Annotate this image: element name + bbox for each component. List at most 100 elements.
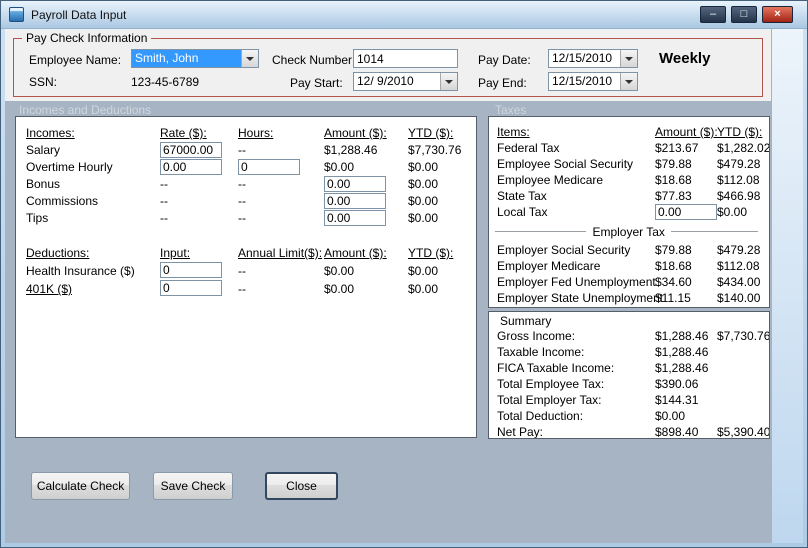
maximize-button[interactable]: □ (731, 6, 757, 23)
employer-state-unemployment-label: Employer State Unemployment (497, 291, 664, 305)
retirement-401k-ytd: $0.00 (408, 282, 439, 296)
salary-rate-input[interactable] (160, 142, 222, 158)
employer-fed-unemployment-ytd: $434.00 (717, 275, 761, 289)
commissions-amount-input[interactable] (324, 193, 386, 209)
tips-rate: -- (160, 211, 168, 225)
tips-ytd: $0.00 (408, 211, 439, 225)
calculate-check-button[interactable]: Calculate Check (31, 472, 130, 500)
summary-table: Gross Income: $1,288.46 $7,730.76 Taxabl… (497, 328, 769, 439)
salary-amount: $1,288.46 (324, 143, 378, 157)
incomes-deductions-panel: Incomes: Rate ($): Hours: Amount ($): YT… (15, 116, 477, 438)
pay-frequency-label: Weekly (659, 50, 711, 67)
section-header-incomes-deductions: Incomes and Deductions (19, 103, 152, 117)
retirement-401k-input[interactable] (160, 280, 222, 296)
bonus-amount-input[interactable] (324, 176, 386, 192)
commissions-ytd: $0.00 (408, 194, 439, 208)
minimize-button[interactable]: – (700, 6, 726, 23)
federal-tax-label: Federal Tax (497, 141, 560, 155)
health-insurance-amount: $0.00 (324, 264, 355, 278)
tips-label: Tips (26, 211, 49, 225)
employer-ss-ytd: $479.28 (717, 243, 761, 257)
save-check-button[interactable]: Save Check (153, 472, 233, 500)
bonus-hours: -- (238, 177, 246, 191)
close-window-button[interactable]: × (762, 6, 793, 23)
commissions-label: Commissions (26, 194, 99, 208)
health-insurance-input[interactable] (160, 262, 222, 278)
pay-start-datepicker[interactable]: 12/ 9/2010 (353, 72, 458, 91)
net-pay-label: Net Pay: (497, 425, 544, 439)
total-employer-tax-label: Total Employer Tax: (497, 393, 602, 407)
bonus-ytd: $0.00 (408, 177, 439, 191)
overtime-rate-input[interactable] (160, 159, 222, 175)
close-button[interactable]: Close (265, 472, 338, 500)
maximize-icon: □ (740, 8, 748, 20)
total-employee-tax-label: Total Employee Tax: (497, 377, 605, 391)
col-header-tax-ytd: YTD ($): (717, 125, 763, 139)
col-header-tax-amount: Amount ($): (655, 125, 718, 139)
total-deduction-amount: $0.00 (655, 409, 686, 423)
col-header-input: Input: (160, 246, 191, 260)
net-pay-amount: $898.40 (655, 425, 699, 439)
employer-tax-header: Employer Tax (586, 225, 671, 239)
taxable-income-amount: $1,288.46 (655, 345, 709, 359)
pay-date-value: 12/15/2010 (552, 51, 613, 65)
local-tax-label: Local Tax (497, 205, 548, 219)
summary-legend: Summary (497, 314, 555, 328)
taxes-panel: Items: Amount ($): YTD ($): Federal Tax … (488, 116, 770, 308)
pay-start-value: 12/ 9/2010 (357, 74, 414, 88)
check-number-input[interactable] (353, 49, 458, 68)
total-employer-tax-ytd (717, 392, 769, 408)
employer-medicare-amount: $18.68 (655, 259, 692, 273)
employer-medicare-ytd: $112.08 (717, 259, 760, 273)
employee-name-label: Employee Name: (29, 53, 122, 67)
tips-amount-input[interactable] (324, 210, 386, 226)
fica-taxable-income-label: FICA Taxable Income: (497, 361, 615, 375)
local-tax-input[interactable] (655, 204, 717, 220)
total-deduction-label: Total Deduction: (497, 409, 584, 423)
pay-end-chevron-down-icon[interactable] (620, 73, 637, 90)
tips-hours: -- (238, 211, 246, 225)
bonus-rate: -- (160, 177, 168, 191)
federal-tax-ytd: $1,282.02 (717, 141, 770, 155)
employee-name-combobox[interactable]: Smith, John (131, 49, 259, 68)
retirement-401k-amount: $0.00 (324, 282, 355, 296)
pay-end-datepicker[interactable]: 12/15/2010 (548, 72, 638, 91)
employee-name-chevron-down-icon[interactable] (241, 50, 258, 67)
employer-ss-amount: $79.88 (655, 243, 692, 257)
section-header-taxes: Taxes (495, 103, 527, 117)
incomes-table: Incomes: Rate ($): Hours: Amount ($): YT… (26, 125, 476, 298)
salary-ytd: $7,730.76 (408, 143, 462, 157)
taxable-income-ytd (717, 344, 769, 360)
pay-date-chevron-down-icon[interactable] (620, 50, 637, 67)
form-right-strip (771, 29, 803, 543)
col-header-ded-ytd: YTD ($): (408, 246, 454, 260)
col-header-deductions: Deductions: (26, 246, 90, 260)
employer-tax-group: Employer Tax (494, 222, 760, 242)
employee-ss-ytd: $479.28 (717, 157, 761, 171)
state-tax-amount: $77.83 (655, 189, 692, 203)
pay-end-value: 12/15/2010 (552, 74, 613, 88)
ssn-label: SSN: (29, 75, 58, 89)
col-header-rate: Rate ($): (160, 126, 207, 140)
employee-medicare-label: Employee Medicare (497, 173, 604, 187)
employee-ss-amount: $79.88 (655, 157, 692, 171)
state-tax-label: State Tax (497, 189, 547, 203)
total-employer-tax-amount: $144.31 (655, 393, 699, 407)
summary-panel: Summary Gross Income: $1,288.46 $7,730.7… (488, 311, 770, 439)
retirement-401k-limit: -- (238, 282, 246, 296)
titlebar[interactable]: Payroll Data Input – □ × (1, 1, 807, 29)
payroll-window: Payroll Data Input – □ × Pay Check Infor… (0, 0, 808, 548)
overtime-hours-input[interactable] (238, 159, 300, 175)
col-header-items: Items: (497, 125, 530, 139)
pay-date-datepicker[interactable]: 12/15/2010 (548, 49, 638, 68)
pay-start-chevron-down-icon[interactable] (440, 73, 457, 90)
state-tax-ytd: $466.98 (717, 189, 761, 203)
employer-state-unemployment-ytd: $140.00 (717, 291, 761, 305)
gross-income-label: Gross Income: (497, 329, 576, 343)
overtime-ytd: $0.00 (408, 160, 439, 174)
health-insurance-ytd: $0.00 (408, 264, 439, 278)
window-controls: – □ × (700, 6, 793, 23)
overtime-amount: $0.00 (324, 160, 355, 174)
employee-name-value: Smith, John (132, 50, 241, 67)
pay-start-label: Pay Start: (290, 76, 343, 90)
